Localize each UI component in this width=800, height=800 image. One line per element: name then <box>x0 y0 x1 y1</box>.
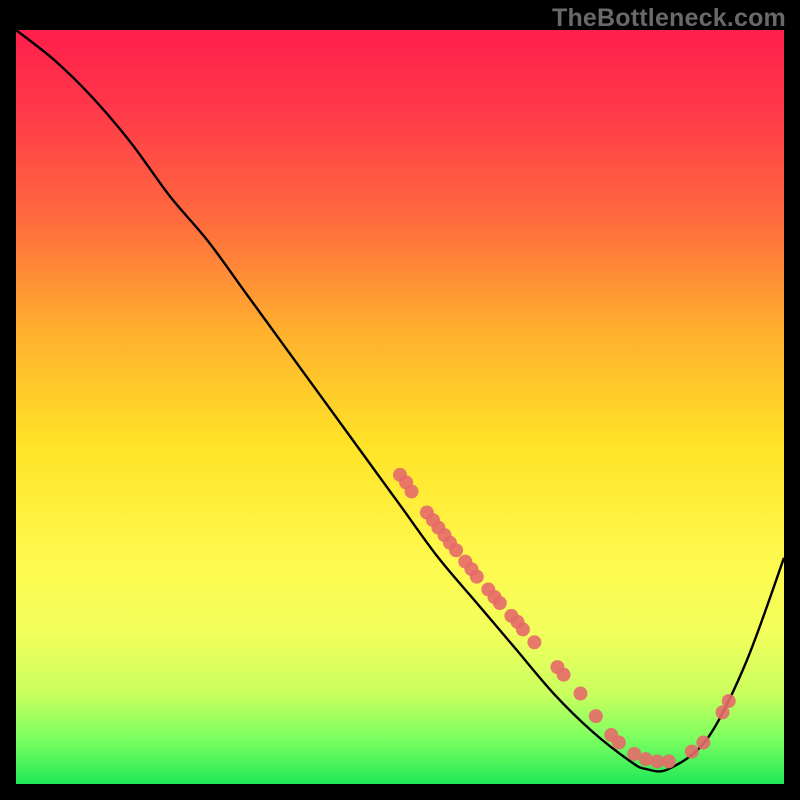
data-marker <box>449 543 463 557</box>
data-marker <box>493 596 507 610</box>
data-marker <box>516 622 530 636</box>
data-markers <box>393 468 736 769</box>
data-marker <box>685 745 699 759</box>
data-marker <box>557 668 571 682</box>
chart-frame: TheBottleneck.com <box>0 0 800 800</box>
data-marker <box>573 687 587 701</box>
bottleneck-curve-line <box>16 30 784 771</box>
data-marker <box>612 736 626 750</box>
data-marker <box>696 736 710 750</box>
data-marker <box>527 635 541 649</box>
watermark-text: TheBottleneck.com <box>552 4 786 33</box>
data-marker <box>662 754 676 768</box>
data-marker <box>722 694 736 708</box>
data-marker <box>405 484 419 498</box>
data-marker <box>470 570 484 584</box>
plot-area <box>16 30 784 784</box>
data-marker <box>589 709 603 723</box>
chart-svg <box>16 30 784 784</box>
